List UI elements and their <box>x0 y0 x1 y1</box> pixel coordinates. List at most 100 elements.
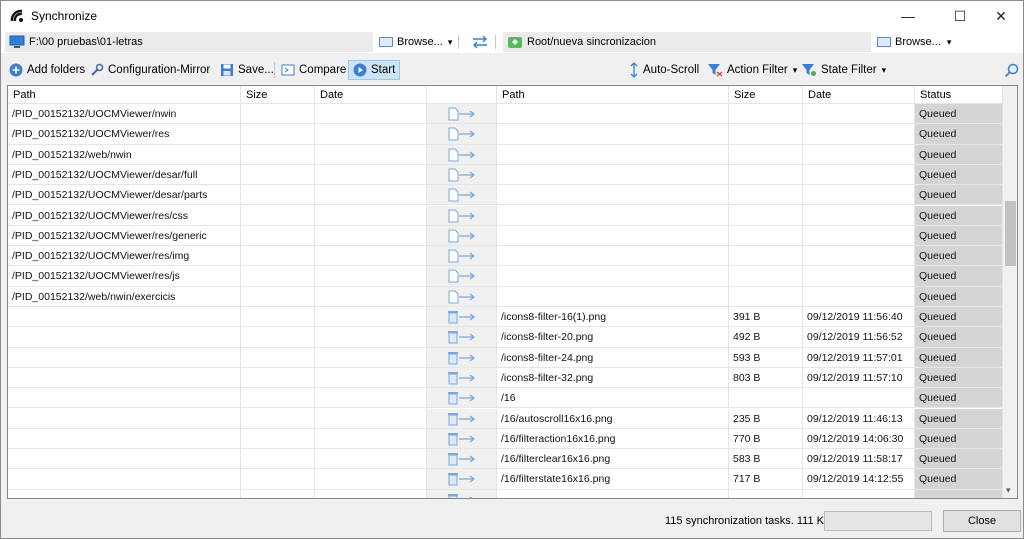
table-row[interactable]: /icons8-filter-32.png 803 B 09/12/2019 11:… <box>8 367 1004 389</box>
wrench-icon <box>91 63 104 76</box>
header-action[interactable] <box>427 86 497 104</box>
cell-left-size <box>241 164 315 186</box>
table-row[interactable]: /16/filteraction16x16.png 770 B 09/12/2019… <box>8 428 1004 450</box>
cell-left-path <box>8 428 241 450</box>
search-icon[interactable] <box>1004 63 1019 78</box>
cell-right-date <box>803 388 915 409</box>
table-row[interactable]: /PID_00152132/UOCMViewer/desar/parts Queu… <box>8 185 1004 206</box>
right-path-field[interactable]: Root/nueva sincronizacion <box>503 32 871 52</box>
header-left-date[interactable]: Date <box>315 86 427 104</box>
table-row[interactable]: /16 Queued <box>8 388 1004 409</box>
table-row[interactable]: /icons8-filter-20.png 492 B 09/12/2019 11:… <box>8 327 1004 348</box>
create-folder-icon <box>448 269 476 283</box>
table-row[interactable]: /PID_00152132/web/nwin/exercicis Queued <box>8 286 1004 307</box>
configuration-label: Configuration-Mirror <box>108 64 211 76</box>
cell-left-size <box>241 124 315 145</box>
table-row[interactable]: /icons8-filter-24.png 593 B 09/12/2019 11:… <box>8 347 1004 368</box>
save-label: Save... <box>238 64 274 76</box>
chevron-down-icon: ▾ <box>792 64 798 75</box>
action-cell <box>427 286 497 307</box>
delete-icon <box>448 473 476 486</box>
header-left-path[interactable]: Path <box>8 86 241 104</box>
configuration-button[interactable]: Configuration-Mirror <box>90 60 210 80</box>
cell-left-date <box>315 408 427 429</box>
cell-right-size: 717 B <box>729 469 803 490</box>
cell-right-size: 583 B <box>729 449 803 470</box>
sync-task-grid[interactable]: Path Size Date Path Size Date Status /PI… <box>7 85 1018 499</box>
close-window-button[interactable]: ✕ <box>978 1 1024 31</box>
cell-right-path: /icons8-filter-24.png <box>497 347 729 368</box>
table-row[interactable]: /PID_00152132/UOCMViewer/res Queued <box>8 124 1004 145</box>
cell-right-path: /16 <box>497 388 729 409</box>
cell-left-date <box>315 164 427 186</box>
cell-right-date <box>803 164 915 186</box>
scroll-down-icon[interactable]: ▾ <box>1006 485 1011 496</box>
header-right-date[interactable]: Date <box>803 86 915 104</box>
cell-right-path <box>497 205 729 226</box>
cell-right-date <box>803 205 915 226</box>
action-cell <box>427 144 497 165</box>
cell-left-date <box>315 124 427 145</box>
header-right-path[interactable]: Path <box>497 86 729 104</box>
cell-right-path <box>497 246 729 267</box>
cell-left-date <box>315 205 427 226</box>
path-bar: F:\00 pruebas\01-letras Browse... ▾ Root… <box>1 31 1023 53</box>
cell-right-path <box>497 266 729 287</box>
table-row[interactable]: /16/autoscroll16x16.png 235 B 09/12/2019 1… <box>8 408 1004 429</box>
create-folder-icon <box>448 188 476 202</box>
minimize-button[interactable]: — <box>885 1 931 31</box>
cell-right-size <box>729 388 803 409</box>
right-browse-label: Browse... <box>895 36 941 48</box>
cell-status: Queued <box>915 388 1004 409</box>
cell-left-size <box>241 408 315 429</box>
computer-icon <box>9 35 25 48</box>
divider <box>495 35 496 49</box>
cell-right-date: 09/12/2019 14:12:55 <box>803 469 915 490</box>
table-row[interactable]: /PID_00152132/UOCMViewer/res/generic Queu… <box>8 225 1004 247</box>
vertical-scrollbar[interactable]: ▾ <box>1002 86 1017 498</box>
cell-left-date <box>315 469 427 490</box>
header-right-size[interactable]: Size <box>729 86 803 104</box>
compare-button[interactable]: Compare <box>281 60 346 80</box>
table-row[interactable]: /PID_00152132/web/nwin Queued <box>8 144 1004 165</box>
cell-left-path <box>8 408 241 429</box>
action-filter-dropdown[interactable]: Action Filter ▾ <box>707 60 797 80</box>
table-row[interactable]: /16/filterstate16x16.png 717 B 09/12/2019 … <box>8 469 1004 490</box>
state-filter-dropdown[interactable]: State Filter ▾ <box>801 60 886 80</box>
table-row[interactable]: /PID_00152132/UOCMViewer/nwin Queued <box>8 104 1004 125</box>
cell-right-size: 235 B <box>729 408 803 429</box>
footer: 115 synchronization tasks. 111 KB Close <box>1 501 1023 539</box>
left-path-field[interactable]: F:\00 pruebas\01-letras <box>5 32 373 52</box>
delete-icon <box>448 351 476 365</box>
table-row[interactable] <box>8 489 1004 498</box>
table-row[interactable]: /PID_00152132/UOCMViewer/res/css Queued <box>8 205 1004 226</box>
table-row[interactable]: /16/filterclear16x16.png 583 B 09/12/2019 … <box>8 449 1004 470</box>
cell-left-path <box>8 489 241 498</box>
cell-right-date: 09/12/2019 14:06:30 <box>803 428 915 450</box>
right-browse-button[interactable]: Browse... ▾ <box>877 32 951 52</box>
table-row[interactable]: /icons8-filter-16(1).png 391 B 09/12/2019 … <box>8 307 1004 328</box>
chevron-down-icon: ▾ <box>447 36 453 47</box>
header-status[interactable]: Status <box>915 86 1004 104</box>
swap-icon[interactable] <box>471 34 489 50</box>
save-button[interactable]: Save... <box>220 60 274 80</box>
cell-left-path <box>8 367 241 389</box>
table-row[interactable]: /PID_00152132/UOCMViewer/res/img Queued <box>8 246 1004 267</box>
left-browse-button[interactable]: Browse... ▾ <box>379 32 452 52</box>
folder-icon <box>877 37 891 47</box>
state-filter-label: State Filter <box>821 64 877 76</box>
cell-left-size <box>241 104 315 125</box>
cell-left-size <box>241 388 315 409</box>
start-button[interactable]: Start <box>348 60 401 80</box>
auto-scroll-toggle[interactable]: Auto-Scroll <box>629 60 699 80</box>
cell-left-date <box>315 428 427 450</box>
close-button[interactable]: Close <box>943 510 1021 532</box>
table-row[interactable]: /PID_00152132/UOCMViewer/desar/full Queue… <box>8 164 1004 186</box>
maximize-button[interactable]: ☐ <box>937 1 983 31</box>
cell-right-path <box>497 286 729 307</box>
table-row[interactable]: /PID_00152132/UOCMViewer/res/js Queued <box>8 266 1004 287</box>
scrollbar-thumb[interactable] <box>1005 201 1016 266</box>
add-folders-button[interactable]: Add folders <box>9 60 85 80</box>
header-left-size[interactable]: Size <box>241 86 315 104</box>
cell-left-date <box>315 327 427 348</box>
